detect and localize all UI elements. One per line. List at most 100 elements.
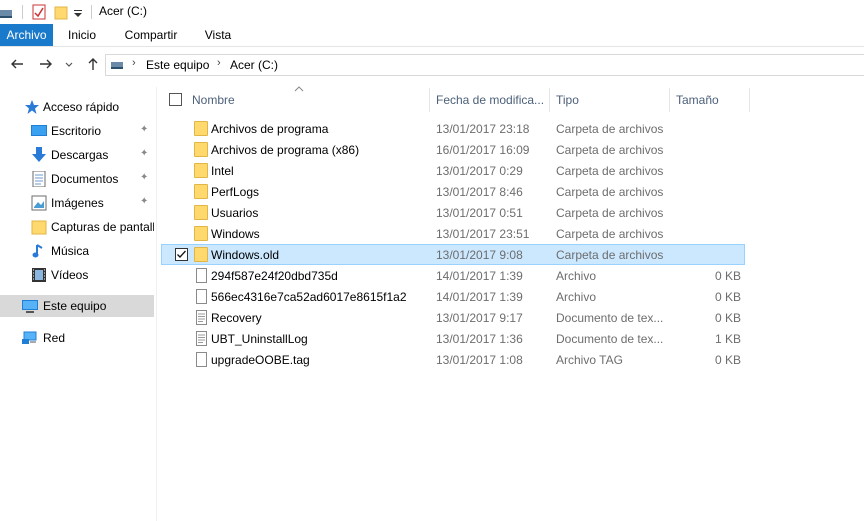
nav-item-musica[interactable]: Música (0, 240, 154, 262)
qa-dropdown-icon[interactable] (73, 4, 83, 20)
breadcrumb-drive[interactable]: Acer (C:) (230, 58, 278, 72)
file-date: 13/01/2017 23:18 (436, 122, 530, 136)
select-all-checkbox[interactable] (169, 93, 182, 106)
videos-icon (32, 268, 46, 282)
nav-item-this-pc[interactable]: Este equipo (0, 295, 154, 317)
tab-compartir[interactable]: Compartir (119, 24, 183, 46)
file-icon (196, 289, 207, 304)
file-type: Carpeta de archivos (556, 164, 664, 178)
nav-item-documentos[interactable]: Documentos ✦ (0, 168, 154, 190)
file-row[interactable]: Recovery 13/01/2017 9:17 Documento de te… (161, 307, 745, 328)
pin-icon[interactable]: ✦ (140, 196, 148, 207)
tab-archivo[interactable]: Archivo (0, 24, 53, 46)
file-name: upgradeOOBE.tag (211, 353, 310, 367)
nav-item-descargas[interactable]: Descargas ✦ (0, 144, 154, 166)
desktop-icon (31, 125, 47, 136)
nav-label: Documentos (51, 172, 119, 186)
file-row-selected[interactable]: Windows.old 13/01/2017 9:08 Carpeta de a… (161, 244, 745, 265)
ribbon: Archivo Inicio Compartir Vista (0, 24, 864, 47)
file-date: 13/01/2017 1:08 (436, 353, 523, 367)
file-date: 14/01/2017 1:39 (436, 269, 523, 283)
nav-item-imagenes[interactable]: Imágenes ✦ (0, 192, 154, 214)
file-row[interactable]: Intel 13/01/2017 0:29 Carpeta de archivo… (161, 160, 745, 181)
pin-icon[interactable]: ✦ (140, 148, 148, 159)
nav-item-escritorio[interactable]: Escritorio ✦ (0, 120, 154, 142)
file-date: 13/01/2017 23:51 (436, 227, 530, 241)
file-name: Recovery (211, 311, 262, 325)
up-icon[interactable] (84, 55, 102, 73)
folder-icon (194, 247, 208, 262)
file-row[interactable]: Archivos de programa 13/01/2017 23:18 Ca… (161, 118, 745, 139)
tab-vista[interactable]: Vista (198, 24, 238, 46)
documents-icon (32, 171, 46, 187)
nav-item-capturas[interactable]: Capturas de pantall (0, 216, 154, 238)
column-header-name[interactable]: Nombre (192, 88, 422, 112)
file-name: 566ec4316e7ca52ad6017e8615f1a2 (211, 290, 407, 304)
file-type: Carpeta de archivos (556, 206, 664, 220)
column-separator[interactable] (669, 88, 670, 112)
file-type: Documento de tex... (556, 311, 664, 325)
nav-label: Este equipo (43, 299, 107, 313)
file-name: Windows.old (211, 248, 280, 262)
file-type: Carpeta de archivos (556, 227, 664, 241)
column-separator[interactable] (429, 88, 430, 112)
recent-locations-icon[interactable] (63, 55, 75, 73)
file-type: Carpeta de archivos (556, 122, 664, 136)
navigation-pane: Acceso rápido Escritorio ✦ Descargas ✦ D… (0, 87, 157, 521)
file-row[interactable]: Usuarios 13/01/2017 0:51 Carpeta de arch… (161, 202, 745, 223)
column-separator[interactable] (749, 88, 750, 112)
nav-label: Vídeos (51, 268, 89, 282)
qa-separator (91, 5, 92, 19)
file-date: 13/01/2017 8:46 (436, 185, 523, 199)
file-icon (196, 352, 207, 367)
address-bar[interactable]: › Este equipo › Acer (C:) (105, 54, 864, 76)
pin-icon[interactable]: ✦ (140, 124, 148, 135)
star-icon (25, 100, 39, 114)
this-pc-icon (111, 62, 123, 69)
properties-icon[interactable] (32, 4, 46, 20)
nav-label: Imágenes (51, 196, 104, 210)
chevron-right-icon[interactable]: › (217, 57, 221, 69)
file-row[interactable]: UBT_UninstallLog 13/01/2017 1:36 Documen… (161, 328, 745, 349)
nav-label: Capturas de pantall (51, 220, 154, 234)
pin-icon[interactable]: ✦ (140, 172, 148, 183)
folder-icon (194, 226, 208, 241)
nav-label: Descargas (51, 148, 109, 162)
tab-inicio[interactable]: Inicio (60, 24, 104, 46)
file-name: Intel (211, 164, 234, 178)
column-header-type[interactable]: Tipo (556, 88, 664, 112)
nav-item-videos[interactable]: Vídeos (0, 264, 154, 286)
music-icon (32, 244, 43, 258)
file-type: Archivo (556, 269, 597, 283)
file-row[interactable]: Archivos de programa (x86) 16/01/2017 16… (161, 139, 745, 160)
folder-icon (194, 163, 208, 178)
file-row[interactable]: PerfLogs 13/01/2017 8:46 Carpeta de arch… (161, 181, 745, 202)
column-header-size[interactable]: Tamaño (676, 88, 746, 112)
file-row[interactable]: 566ec4316e7ca52ad6017e8615f1a2 14/01/201… (161, 286, 745, 307)
file-row[interactable]: Windows 13/01/2017 23:51 Carpeta de arch… (161, 223, 745, 244)
column-header-date[interactable]: Fecha de modifica... (436, 88, 548, 112)
nav-label: Música (51, 244, 90, 258)
folder-icon (194, 142, 208, 157)
file-date: 13/01/2017 0:29 (436, 164, 523, 178)
column-separator[interactable] (549, 88, 550, 112)
title-bar: Acer (C:) (0, 0, 864, 24)
nav-label: Red (43, 331, 66, 345)
file-name: Usuarios (211, 206, 259, 220)
nav-quick-access[interactable]: Acceso rápido (0, 96, 154, 118)
file-date: 14/01/2017 1:39 (436, 290, 523, 304)
nav-item-network[interactable]: Red (0, 327, 154, 349)
file-name: Windows (211, 227, 260, 241)
chevron-right-icon[interactable]: › (132, 57, 136, 69)
file-row[interactable]: 294f587e24f20dbd735d 14/01/2017 1:39 Arc… (161, 265, 745, 286)
file-name: UBT_UninstallLog (211, 332, 308, 346)
row-checkbox-checked[interactable] (175, 248, 188, 261)
forward-icon[interactable] (37, 55, 55, 73)
back-icon[interactable] (8, 55, 26, 73)
breadcrumb-this-pc[interactable]: Este equipo (146, 58, 209, 72)
file-row[interactable]: upgradeOOBE.tag 13/01/2017 1:08 Archivo … (161, 349, 745, 370)
file-size: 1 KB (714, 332, 741, 346)
file-type: Archivo TAG (556, 353, 623, 367)
file-size: 0 KB (714, 353, 741, 367)
new-folder-icon[interactable] (54, 4, 68, 20)
